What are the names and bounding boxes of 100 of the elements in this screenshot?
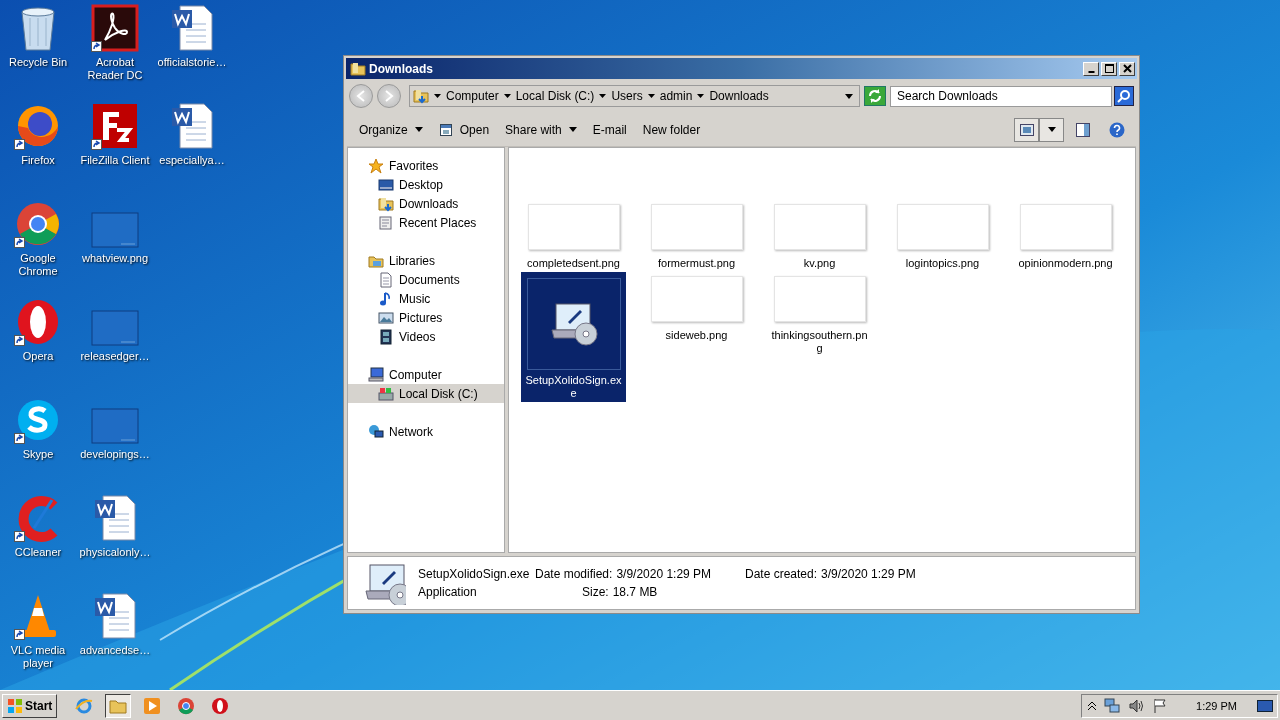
desktop-icon[interactable]: Firefox — [0, 102, 76, 182]
speaker-icon[interactable] — [1128, 697, 1145, 714]
desktop-icon[interactable]: releasedger… — [77, 298, 153, 378]
file-item[interactable]: kv.png — [767, 200, 872, 272]
chrome-icon — [177, 696, 196, 715]
navigation-item[interactable]: Network — [348, 422, 504, 441]
caret-icon — [414, 127, 423, 132]
file-item[interactable]: SetupXolidoSign.exe — [521, 272, 626, 402]
field-value: 18.7 MB — [612, 585, 658, 599]
shortcut-arrow-icon — [14, 237, 25, 248]
minimize-button[interactable] — [1083, 61, 1099, 76]
shortcut-arrow-icon — [14, 629, 25, 640]
search-field[interactable]: Search Downloads — [890, 85, 1112, 107]
caret-icon — [568, 127, 577, 132]
navigation-item[interactable]: Desktop — [348, 175, 504, 194]
field-label: Size: — [582, 585, 609, 599]
field-value: 3/9/2020 1:29 PM — [616, 567, 712, 581]
file-item[interactable]: formermust.png — [644, 200, 749, 272]
window-title: Downloads — [369, 61, 434, 76]
desktop-icon[interactable]: Acrobat Reader DC — [77, 4, 153, 84]
refresh-icon — [867, 88, 883, 104]
desktop-icon[interactable]: FileZilla Client — [77, 102, 153, 182]
document-icon — [378, 271, 394, 288]
search-button[interactable] — [1114, 86, 1134, 106]
navigation-item[interactable]: Downloads — [348, 194, 504, 213]
file-item[interactable]: opinionmodern.png — [1013, 200, 1118, 272]
refresh-button[interactable] — [864, 86, 886, 106]
toolbar-button[interactable]: New folder — [636, 119, 707, 140]
breadcrumb[interactable]: Users — [611, 89, 643, 103]
installer-icon — [362, 561, 406, 605]
filezilla-icon — [91, 102, 139, 150]
file-item[interactable]: logintopics.png — [890, 200, 995, 272]
navigation-item[interactable]: Favorites — [348, 156, 504, 175]
recent-places-icon — [378, 214, 394, 231]
clock[interactable]: 1:29 PM — [1196, 699, 1237, 712]
breadcrumb[interactable]: Local Disk (C:) — [515, 89, 595, 103]
field-label: Date modified: — [535, 567, 613, 581]
show-hidden-icons-button[interactable] — [1088, 700, 1097, 711]
downloads-folder-icon — [413, 88, 429, 104]
downloads-folder-icon — [378, 195, 394, 212]
field-value: 3/9/2020 1:29 PM — [821, 567, 916, 581]
toolbar-button[interactable]: Share with — [499, 119, 583, 140]
shortcut-arrow-icon — [14, 335, 25, 346]
desktop-icon[interactable]: especiallya… — [154, 102, 230, 182]
shortcut-arrow-icon — [91, 41, 102, 52]
maximize-icon — [1104, 64, 1114, 73]
desktop-icon[interactable]: physicalonly… — [77, 494, 153, 574]
navigation-item[interactable]: Computer — [348, 365, 504, 384]
folder-icon — [350, 60, 366, 77]
navigation-item[interactable]: Pictures — [348, 308, 504, 327]
breadcrumb[interactable]: Downloads — [709, 89, 769, 103]
desktop-icon[interactable]: Opera — [0, 298, 76, 378]
forward-button[interactable] — [377, 84, 401, 108]
start-button[interactable]: Start — [2, 693, 58, 718]
shortcut-arrow-icon — [14, 139, 25, 150]
caret-icon — [503, 94, 511, 98]
file-item[interactable]: sideweb.png — [644, 272, 749, 344]
close-button[interactable] — [1119, 61, 1135, 76]
navigation-item[interactable]: Videos — [348, 327, 504, 346]
desktop-icon[interactable]: officialstorie… — [154, 4, 230, 84]
navigation-item[interactable]: Music — [348, 289, 504, 308]
navigation-item[interactable]: Documents — [348, 270, 504, 289]
file-item[interactable]: completedsent.png — [521, 200, 626, 272]
maximize-button[interactable] — [1101, 61, 1117, 76]
desktop-icon[interactable]: Skype — [0, 396, 76, 476]
desktop-icon[interactable]: developings… — [77, 396, 153, 476]
navigation-item[interactable]: Libraries — [348, 251, 504, 270]
film-icon — [378, 328, 394, 345]
flag-icon[interactable] — [1152, 697, 1169, 714]
desktop-icon[interactable]: whatview.png — [77, 200, 153, 280]
show-desktop-button[interactable] — [1257, 699, 1273, 712]
desktop-icon[interactable]: VLC media player — [0, 592, 76, 672]
search-icon — [1117, 89, 1131, 103]
network-icon — [368, 423, 384, 440]
view-button[interactable] — [1014, 117, 1039, 142]
toolbar-button[interactable]: Organize — [353, 119, 429, 140]
desktop-icon[interactable]: Recycle Bin — [0, 4, 76, 84]
desktop-icon[interactable]: CCleaner — [0, 494, 76, 574]
shortcut-arrow-icon — [14, 433, 25, 444]
taskbar-app-button[interactable] — [105, 693, 132, 718]
back-button[interactable] — [349, 84, 373, 108]
caret-icon — [697, 94, 705, 98]
file-type: Application — [418, 585, 478, 599]
file-name: SetupXolidoSign.exe — [418, 567, 531, 581]
disk-drive-icon — [378, 385, 394, 402]
toolbar-button[interactable]: Open — [432, 119, 496, 140]
breadcrumb[interactable]: admin — [659, 89, 693, 103]
toolbar-button[interactable]: E-mail — [586, 119, 633, 140]
caret-icon — [1047, 127, 1056, 132]
breadcrumb[interactable]: Computer — [446, 89, 499, 103]
address-bar[interactable]: Computer Local Disk (C:) Users admin Downloads — [409, 85, 860, 107]
navigation-item[interactable]: Local Disk (C:) — [348, 384, 504, 403]
navigation-item[interactable]: Recent Places — [348, 213, 504, 232]
network-icon[interactable] — [1104, 697, 1121, 714]
view-dropdown[interactable] — [1039, 117, 1064, 142]
dropdown-caret-icon[interactable] — [845, 93, 853, 99]
desktop-icon[interactable]: Google Chrome — [0, 200, 76, 280]
windows-logo-icon — [7, 697, 23, 714]
file-item[interactable]: thinkingsouthern.png — [767, 272, 872, 357]
close-icon — [1122, 64, 1132, 73]
